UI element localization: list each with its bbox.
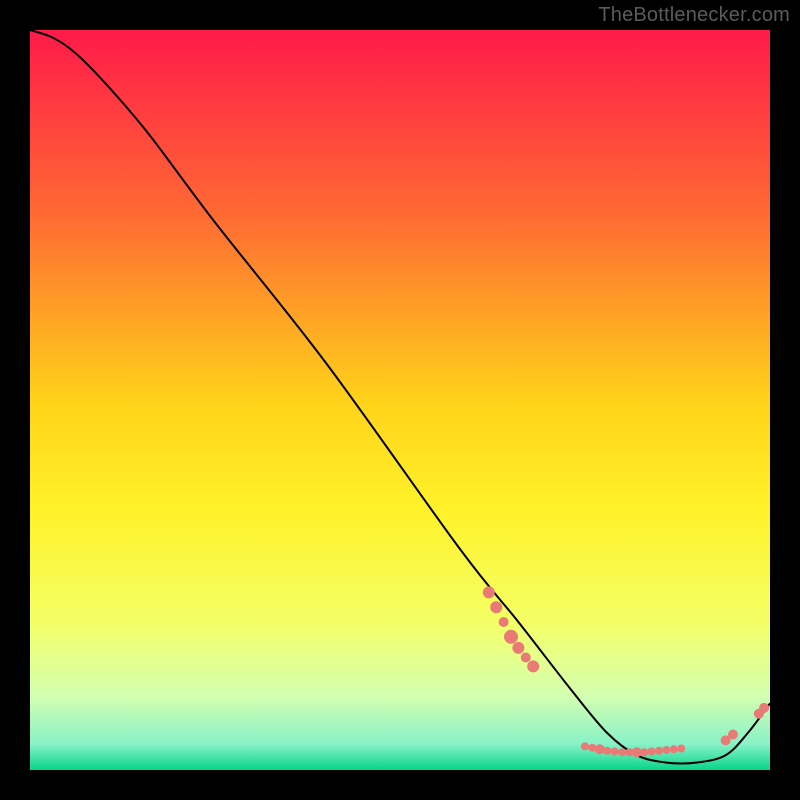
data-marker [499, 617, 509, 627]
data-marker [759, 703, 769, 713]
data-marker [677, 745, 685, 753]
data-marker [595, 744, 605, 754]
data-marker [662, 746, 670, 754]
attribution-text: TheBottlenecker.com [598, 4, 790, 27]
data-marker [483, 586, 495, 598]
data-marker [521, 653, 531, 663]
bottleneck-chart [30, 30, 770, 770]
plot-area [30, 30, 770, 770]
data-marker [512, 642, 524, 654]
data-marker [640, 748, 648, 756]
data-marker [655, 747, 663, 755]
gradient-background [30, 30, 770, 770]
data-marker [728, 729, 738, 739]
data-marker [504, 630, 518, 644]
data-marker [527, 660, 539, 672]
data-marker [611, 748, 619, 756]
data-marker [490, 601, 502, 613]
data-marker [603, 747, 611, 755]
data-marker [648, 748, 656, 756]
data-marker [581, 742, 589, 750]
chart-stage: TheBottlenecker.com [0, 0, 800, 800]
data-marker [618, 748, 626, 756]
data-marker [670, 745, 678, 753]
